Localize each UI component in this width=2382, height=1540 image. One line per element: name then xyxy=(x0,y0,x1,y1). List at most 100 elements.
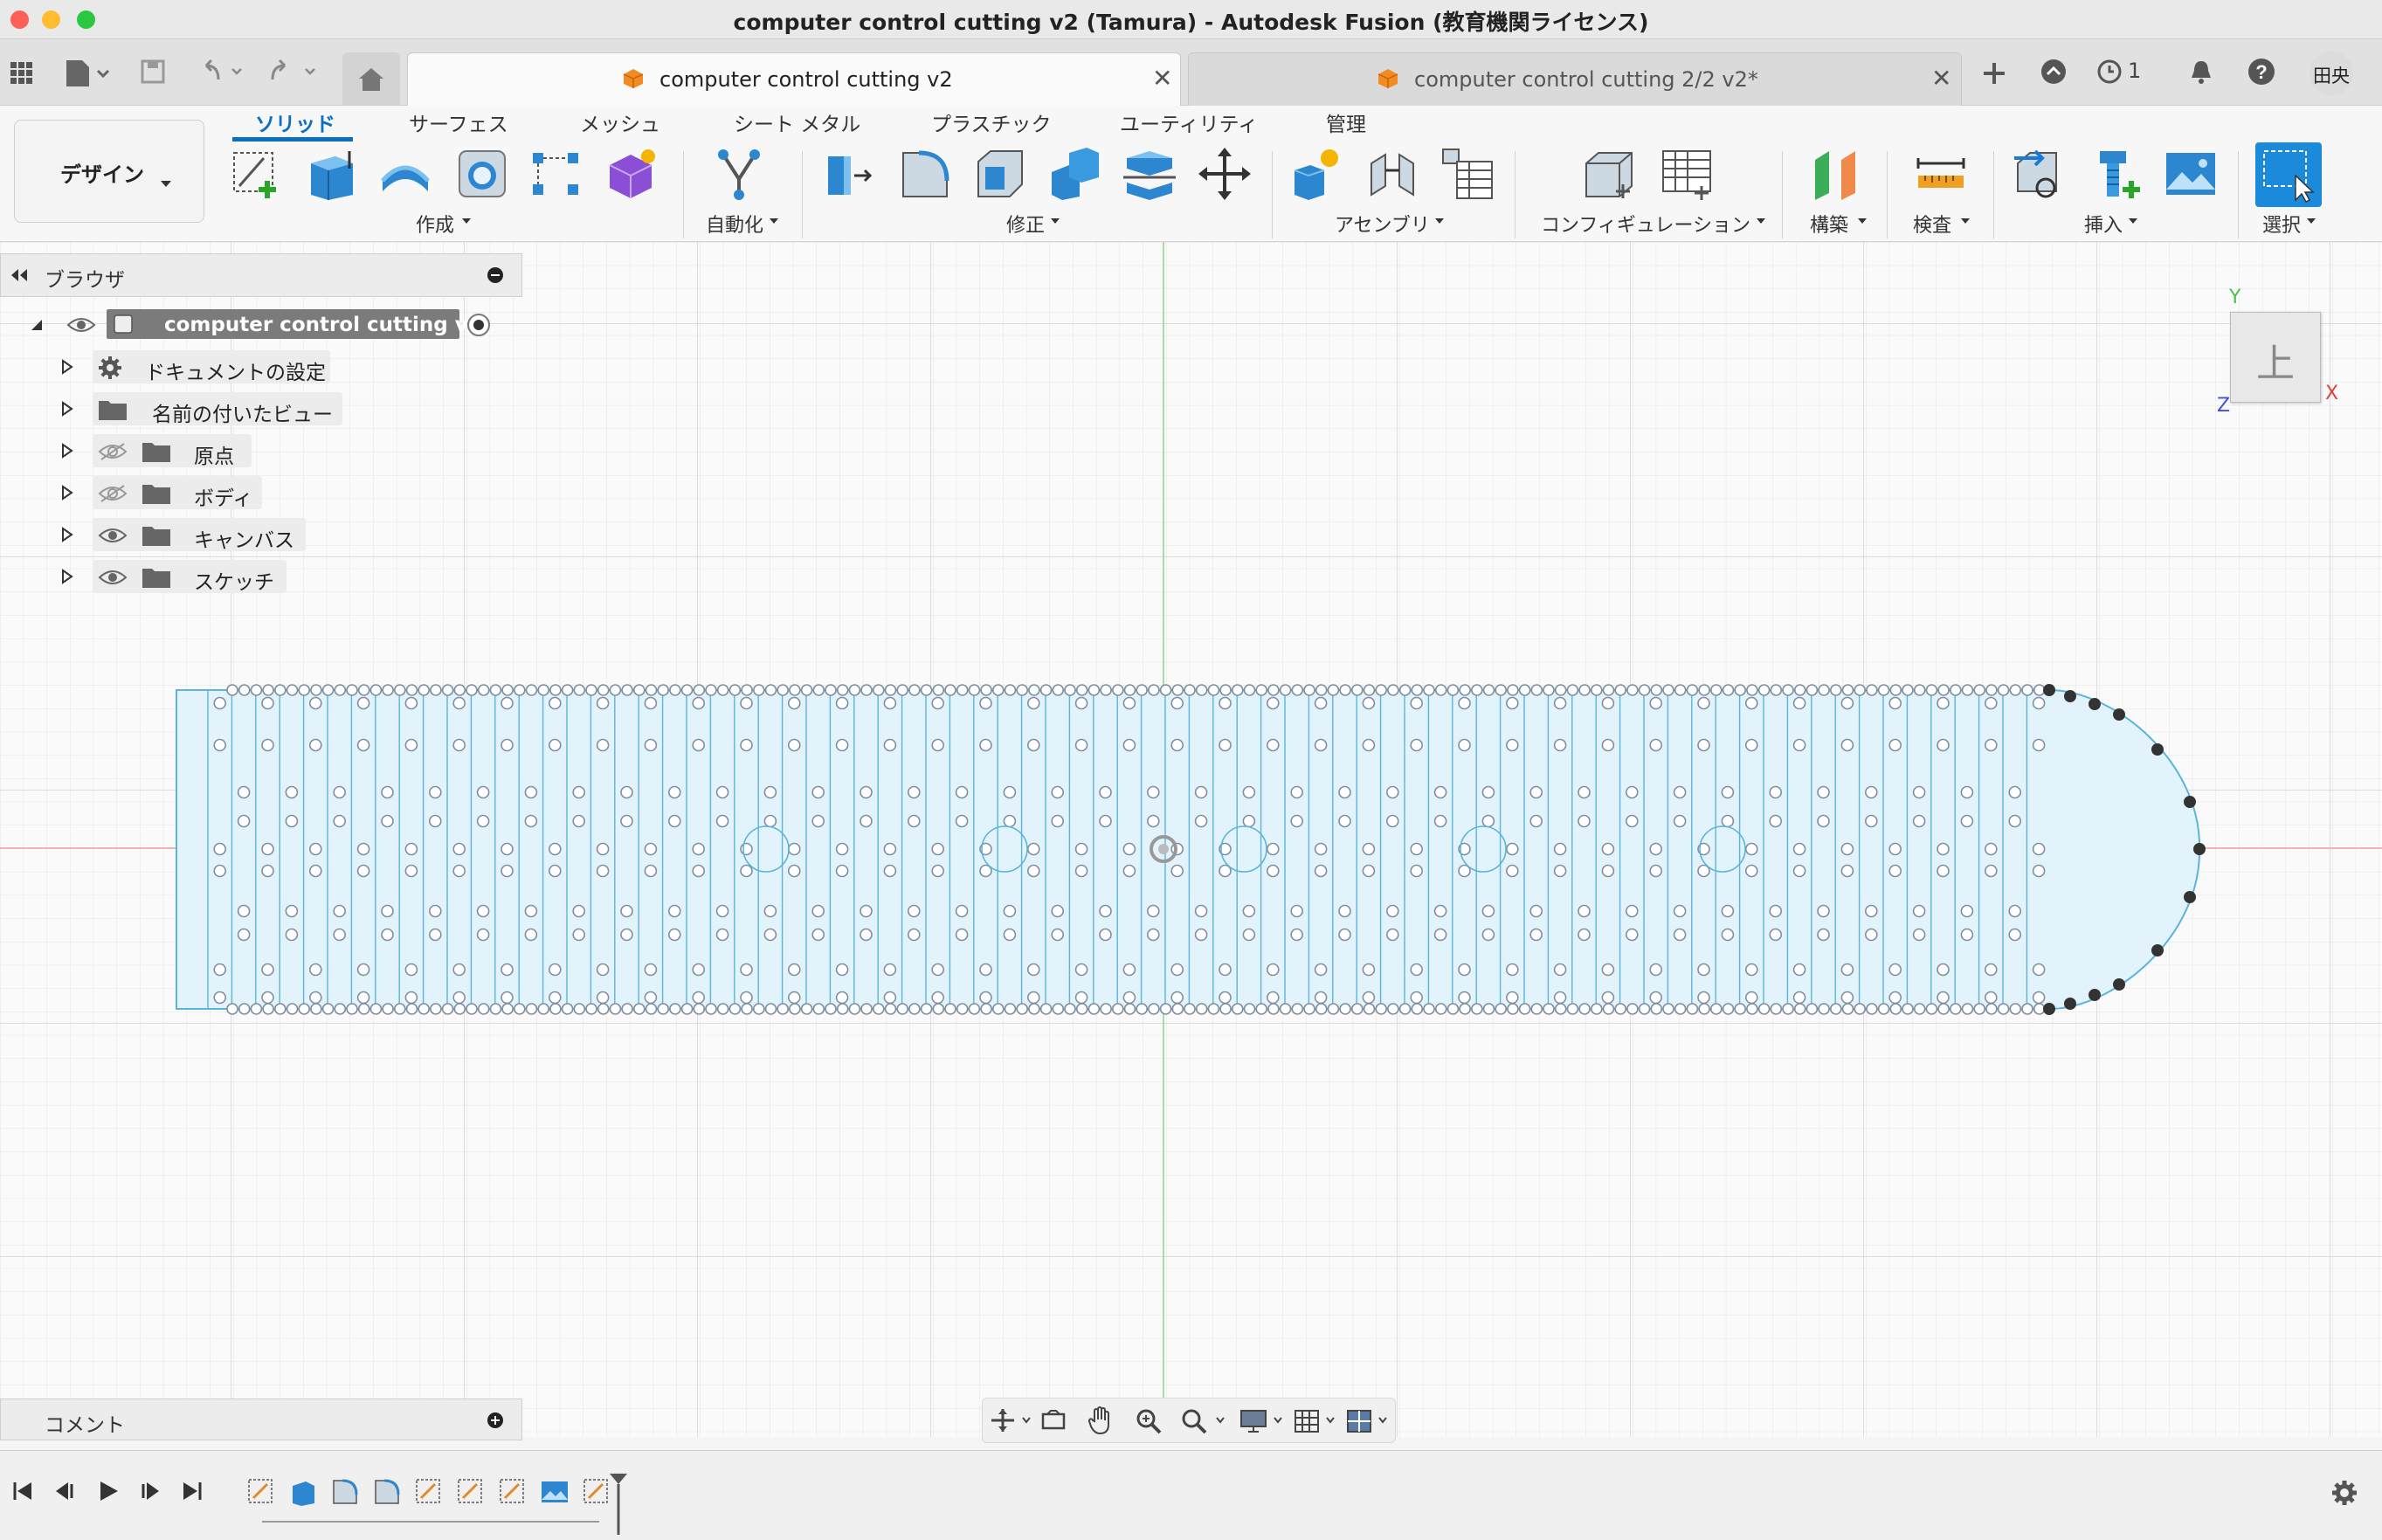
zoom-window-icon[interactable] xyxy=(1180,1407,1229,1435)
timeline-feature-canvas-icon[interactable] xyxy=(540,1477,570,1507)
configuration-table-icon[interactable] xyxy=(1660,146,1716,202)
browser-root-node[interactable]: computer control cutting v2 xyxy=(0,307,522,342)
create-sketch-icon[interactable] xyxy=(229,146,285,202)
timeline-feature-sketch-icon[interactable] xyxy=(246,1477,276,1507)
ribbon-tab-mesh[interactable]: メッシュ xyxy=(580,107,660,137)
group-label-assemble[interactable]: アセンブリ xyxy=(1335,210,1430,238)
automate-icon[interactable] xyxy=(711,146,767,202)
close-tab-icon[interactable]: ✕ xyxy=(1931,64,1951,93)
timeline-feature-sketch-icon[interactable] xyxy=(414,1477,444,1507)
help-icon[interactable]: ? xyxy=(2247,57,2276,86)
combine-icon[interactable] xyxy=(1046,146,1102,202)
step-back-icon[interactable] xyxy=(52,1479,77,1503)
browser-panel-header[interactable]: ブラウザ xyxy=(0,253,522,297)
go-to-end-icon[interactable] xyxy=(180,1479,204,1503)
browser-item-sketches[interactable]: スケッチ xyxy=(0,559,522,594)
create-form-icon[interactable] xyxy=(603,146,659,202)
group-label-construct[interactable]: 構築 xyxy=(1810,210,1848,238)
tree-collapsed-icon[interactable] xyxy=(61,359,73,375)
revolve-icon[interactable] xyxy=(377,146,433,202)
zoom-icon[interactable] xyxy=(1135,1407,1163,1435)
split-body-icon[interactable] xyxy=(1122,146,1177,202)
tab-computer-control-cutting-v2[interactable]: computer control cutting v2 ✕ xyxy=(407,52,1181,106)
save-icon[interactable] xyxy=(140,59,166,85)
tree-collapsed-icon[interactable] xyxy=(61,569,73,584)
orbit-icon[interactable] xyxy=(990,1407,1033,1433)
visibility-hidden-icon[interactable] xyxy=(98,442,128,461)
grid-settings-icon[interactable] xyxy=(1294,1407,1343,1435)
job-count[interactable]: 1 xyxy=(2128,59,2141,83)
pattern-icon[interactable] xyxy=(528,146,583,202)
new-tab-plus-icon[interactable] xyxy=(1981,60,2007,86)
timeline-feature-fillet-icon[interactable] xyxy=(330,1477,360,1507)
group-label-configure[interactable]: コンフィギュレーション xyxy=(1541,210,1750,238)
undo-icon[interactable] xyxy=(199,59,252,85)
viewports-icon[interactable] xyxy=(1346,1407,1395,1435)
measure-icon[interactable] xyxy=(1913,146,1969,202)
tree-collapsed-icon[interactable] xyxy=(61,401,73,417)
home-tab[interactable] xyxy=(342,52,400,105)
job-status-clock-icon[interactable] xyxy=(2096,59,2123,85)
timeline-feature-sketch-icon[interactable] xyxy=(582,1477,611,1507)
timeline-feature-fillet-icon[interactable] xyxy=(372,1477,402,1507)
timeline-feature-extrude-icon[interactable] xyxy=(288,1477,318,1507)
redo-icon[interactable] xyxy=(266,59,318,85)
tree-collapsed-icon[interactable] xyxy=(61,443,73,459)
display-settings-icon[interactable] xyxy=(1239,1407,1288,1435)
extrude-icon[interactable] xyxy=(302,146,358,202)
comments-panel[interactable]: コメント xyxy=(0,1398,522,1440)
ribbon-tab-solid[interactable]: ソリッド xyxy=(255,107,335,137)
browser-item-named-views[interactable]: 名前の付いたビュー xyxy=(0,391,522,426)
bill-of-materials-icon[interactable] xyxy=(1440,146,1495,202)
hole-icon[interactable] xyxy=(454,146,510,202)
offset-plane-icon[interactable] xyxy=(1808,146,1864,202)
visibility-eye-icon[interactable] xyxy=(66,316,96,334)
add-comment-icon[interactable] xyxy=(487,1412,504,1429)
group-label-insert[interactable]: 挿入 xyxy=(2084,210,2123,238)
shell-icon[interactable] xyxy=(971,146,1027,202)
tab-computer-control-cutting-2-2-v2[interactable]: computer control cutting 2/2 v2* ✕ xyxy=(1188,52,1962,106)
ribbon-tab-utilities[interactable]: ユーティリティ xyxy=(1120,107,1258,137)
viewcube[interactable]: 上 xyxy=(2230,312,2321,403)
timeline-settings-gear-icon[interactable] xyxy=(2330,1479,2358,1507)
group-label-create[interactable]: 作成 xyxy=(416,210,454,238)
move-copy-icon[interactable] xyxy=(1197,146,1253,202)
configure-icon[interactable] xyxy=(1581,146,1637,202)
timeline-feature-sketch-icon[interactable] xyxy=(498,1477,528,1507)
insert-canvas-icon[interactable] xyxy=(2163,146,2219,202)
pan-hand-icon[interactable] xyxy=(1087,1405,1115,1435)
play-icon[interactable] xyxy=(96,1479,121,1503)
timeline-feature-sketch-icon[interactable] xyxy=(456,1477,486,1507)
browser-item-bodies[interactable]: ボディ xyxy=(0,475,522,510)
browser-item-canvases[interactable]: キャンバス xyxy=(0,517,522,552)
panel-minimize-icon[interactable] xyxy=(487,266,504,284)
group-label-inspect[interactable]: 検査 xyxy=(1913,210,1951,238)
workspace-switcher-button[interactable]: デザイン xyxy=(14,120,204,223)
timeline-marker-icon[interactable] xyxy=(608,1472,629,1537)
ribbon-tab-plastic[interactable]: プラスチック xyxy=(931,107,1052,137)
go-to-start-icon[interactable] xyxy=(10,1479,35,1503)
ribbon-tab-manage[interactable]: 管理 xyxy=(1326,107,1366,137)
ribbon-tab-surface[interactable]: サーフェス xyxy=(409,107,508,137)
browser-item-document-settings[interactable]: ドキュメントの設定 xyxy=(0,349,522,384)
new-component-icon[interactable] xyxy=(1289,146,1345,202)
close-tab-icon[interactable]: ✕ xyxy=(1152,64,1172,93)
insert-derive-icon[interactable] xyxy=(2013,146,2068,202)
notification-bell-icon[interactable] xyxy=(2189,59,2213,85)
step-forward-icon[interactable] xyxy=(138,1479,162,1503)
group-label-automate[interactable]: 自動化 xyxy=(706,210,763,238)
visibility-hidden-icon[interactable] xyxy=(98,484,128,503)
tree-collapsed-icon[interactable] xyxy=(61,485,73,501)
insert-mcmaster-icon[interactable] xyxy=(2088,146,2144,202)
press-pull-icon[interactable] xyxy=(821,146,877,202)
collapse-panel-icon[interactable] xyxy=(10,267,29,283)
visibility-eye-icon[interactable] xyxy=(98,568,128,587)
look-at-icon[interactable] xyxy=(1040,1409,1067,1432)
group-label-modify[interactable]: 修正 xyxy=(1006,210,1045,238)
browser-item-origin[interactable]: 原点 xyxy=(0,433,522,468)
visibility-eye-icon[interactable] xyxy=(98,526,128,545)
fillet-icon[interactable] xyxy=(896,146,952,202)
joint-icon[interactable] xyxy=(1364,146,1420,202)
activate-radio-icon[interactable] xyxy=(466,313,491,337)
extensions-icon[interactable] xyxy=(2039,57,2068,86)
